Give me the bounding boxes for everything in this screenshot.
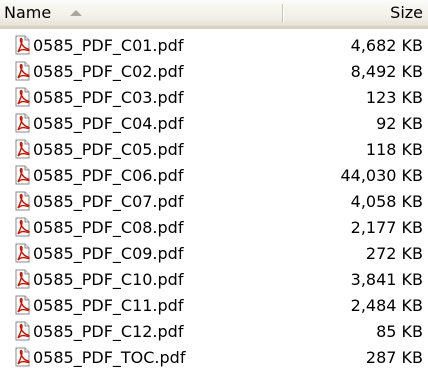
pdf-file-icon [14,139,32,159]
pdf-file-icon [14,269,32,289]
name-column-header[interactable]: Name [0,0,280,26]
file-name: 0585_PDF_C11.pdf [33,296,184,315]
file-row[interactable]: 0585_PDF_C03.pdf 123 KB [0,85,428,111]
file-row[interactable]: 0585_PDF_C10.pdf 3,841 KB [0,267,428,293]
pdf-file-icon [14,87,32,107]
pdf-file-icon [14,243,32,263]
pdf-file-icon [14,347,32,367]
file-name: 0585_PDF_C06.pdf [33,166,184,185]
pdf-file-icon [14,191,32,211]
file-row[interactable]: 0585_PDF_C08.pdf 2,177 KB [0,215,428,241]
file-size: 4,682 KB [350,36,423,55]
pdf-file-icon [14,217,32,237]
file-rows: 0585_PDF_C01.pdf 4,682 KB 0585_PDF_C02.pdf… [0,33,428,371]
file-list-view: Name Size 0585_PDF_C01.pdf 4,682 KB 0585_P… [0,0,428,371]
file-name: 0585_PDF_C10.pdf [33,270,184,289]
column-header-bar: Name Size [0,0,428,29]
file-size: 85 KB [376,322,423,341]
file-size: 92 KB [376,114,423,133]
pdf-file-icon [14,35,32,55]
pdf-file-icon [14,113,32,133]
file-name: 0585_PDF_C02.pdf [33,62,184,81]
pdf-file-icon [14,295,32,315]
file-row[interactable]: 0585_PDF_C05.pdf 118 KB [0,137,428,163]
file-size: 123 KB [365,88,423,107]
file-name: 0585_PDF_C03.pdf [33,88,184,107]
file-row[interactable]: 0585_PDF_C01.pdf 4,682 KB [0,33,428,59]
file-size: 3,841 KB [350,270,423,289]
pdf-file-icon [14,321,32,341]
file-row[interactable]: 0585_PDF_C12.pdf 85 KB [0,319,428,345]
file-size: 272 KB [365,244,423,263]
size-column-header[interactable]: Size [283,0,428,26]
file-name: 0585_PDF_C07.pdf [33,192,184,211]
file-name: 0585_PDF_C09.pdf [33,244,184,263]
file-row[interactable]: 0585_PDF_C07.pdf 4,058 KB [0,189,428,215]
file-name: 0585_PDF_TOC.pdf [33,348,186,367]
file-size: 2,484 KB [350,296,423,315]
file-row[interactable]: 0585_PDF_C11.pdf 2,484 KB [0,293,428,319]
file-row[interactable]: 0585_PDF_C02.pdf 8,492 KB [0,59,428,85]
sort-ascending-icon [70,10,82,16]
file-name: 0585_PDF_C04.pdf [33,114,184,133]
file-row[interactable]: 0585_PDF_TOC.pdf 287 KB [0,345,428,371]
pdf-file-icon [14,165,32,185]
file-size: 287 KB [365,348,423,367]
file-row[interactable]: 0585_PDF_C06.pdf 44,030 KB [0,163,428,189]
file-name: 0585_PDF_C05.pdf [33,140,184,159]
name-column-label: Name [4,3,52,22]
file-size: 4,058 KB [350,192,423,211]
file-name: 0585_PDF_C08.pdf [33,218,184,237]
file-name: 0585_PDF_C01.pdf [33,36,184,55]
file-size: 44,030 KB [340,166,423,185]
file-size: 2,177 KB [350,218,423,237]
file-size: 8,492 KB [350,62,423,81]
file-row[interactable]: 0585_PDF_C04.pdf 92 KB [0,111,428,137]
size-column-label: Size [390,3,423,22]
pdf-file-icon [14,61,32,81]
file-row[interactable]: 0585_PDF_C09.pdf 272 KB [0,241,428,267]
file-size: 118 KB [365,140,423,159]
file-name: 0585_PDF_C12.pdf [33,322,184,341]
